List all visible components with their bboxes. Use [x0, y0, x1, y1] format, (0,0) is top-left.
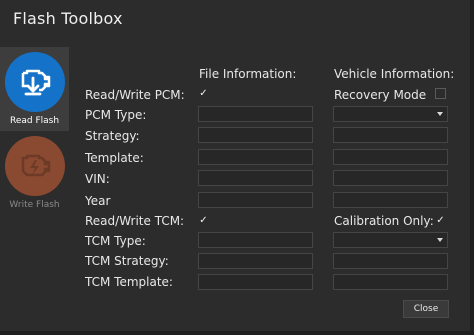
- vehicle-tcm-template-field[interactable]: [333, 274, 448, 290]
- tcm-type-field[interactable]: [198, 232, 313, 248]
- vehicle-template-field[interactable]: [333, 149, 448, 165]
- vin-label: VIN:: [85, 172, 110, 186]
- vehicle-strategy-field[interactable]: [333, 127, 448, 143]
- tcm-template-field[interactable]: [198, 274, 313, 290]
- window-title: Flash Toolbox: [13, 9, 123, 28]
- nav-write-flash-label: Write Flash: [9, 200, 60, 210]
- window-frame-right: [470, 0, 474, 335]
- rw-pcm-checkbox[interactable]: ✓: [198, 88, 209, 99]
- tcm-strategy-field[interactable]: [198, 253, 313, 269]
- tcm-type-select[interactable]: [333, 232, 448, 248]
- nav-read-flash[interactable]: Read Flash: [0, 47, 69, 131]
- tcm-strategy-label: TCM Strategy:: [85, 254, 169, 268]
- calibration-only-checkbox[interactable]: ✓: [435, 215, 446, 226]
- tcm-template-label: TCM Template:: [85, 275, 173, 289]
- chevron-down-icon: [437, 112, 443, 116]
- vehicle-year-field[interactable]: [333, 192, 448, 208]
- recovery-mode-label: Recovery Mode: [334, 88, 427, 102]
- tcm-type-label: TCM Type:: [85, 234, 146, 248]
- sidebar: Read Flash Write Flash: [0, 47, 69, 331]
- engine-flash-icon: [4, 136, 65, 196]
- nav-write-flash[interactable]: Write Flash: [0, 131, 69, 215]
- vehicle-tcm-strategy-field[interactable]: [333, 253, 448, 269]
- vehicle-vin-field[interactable]: [333, 170, 448, 186]
- pcm-type-label: PCM Type:: [85, 108, 147, 122]
- pcm-type-field[interactable]: [198, 106, 313, 122]
- file-info-header: File Information:: [199, 67, 297, 81]
- rw-pcm-label: Read/Write PCM:: [85, 88, 185, 102]
- engine-download-icon: [4, 52, 65, 112]
- rw-tcm-label: Read/Write TCM:: [85, 214, 185, 228]
- recovery-mode-checkbox[interactable]: [435, 88, 446, 99]
- template-field[interactable]: [198, 149, 313, 165]
- vehicle-info-header: Vehicle Information:: [334, 67, 455, 81]
- strategy-field[interactable]: [198, 127, 313, 143]
- vin-field[interactable]: [198, 170, 313, 186]
- pcm-type-select[interactable]: [333, 106, 448, 122]
- window-frame-bottom: [0, 331, 474, 335]
- strategy-label: Strategy:: [85, 129, 140, 143]
- template-label: Template:: [85, 151, 144, 165]
- rw-tcm-checkbox[interactable]: ✓: [198, 215, 209, 226]
- nav-read-flash-label: Read Flash: [9, 116, 60, 126]
- calibration-only-label: Calibration Only:: [334, 214, 434, 228]
- close-button[interactable]: Close: [403, 300, 449, 318]
- year-field[interactable]: [198, 192, 313, 208]
- chevron-down-icon: [437, 238, 443, 242]
- year-label: Year: [85, 194, 111, 208]
